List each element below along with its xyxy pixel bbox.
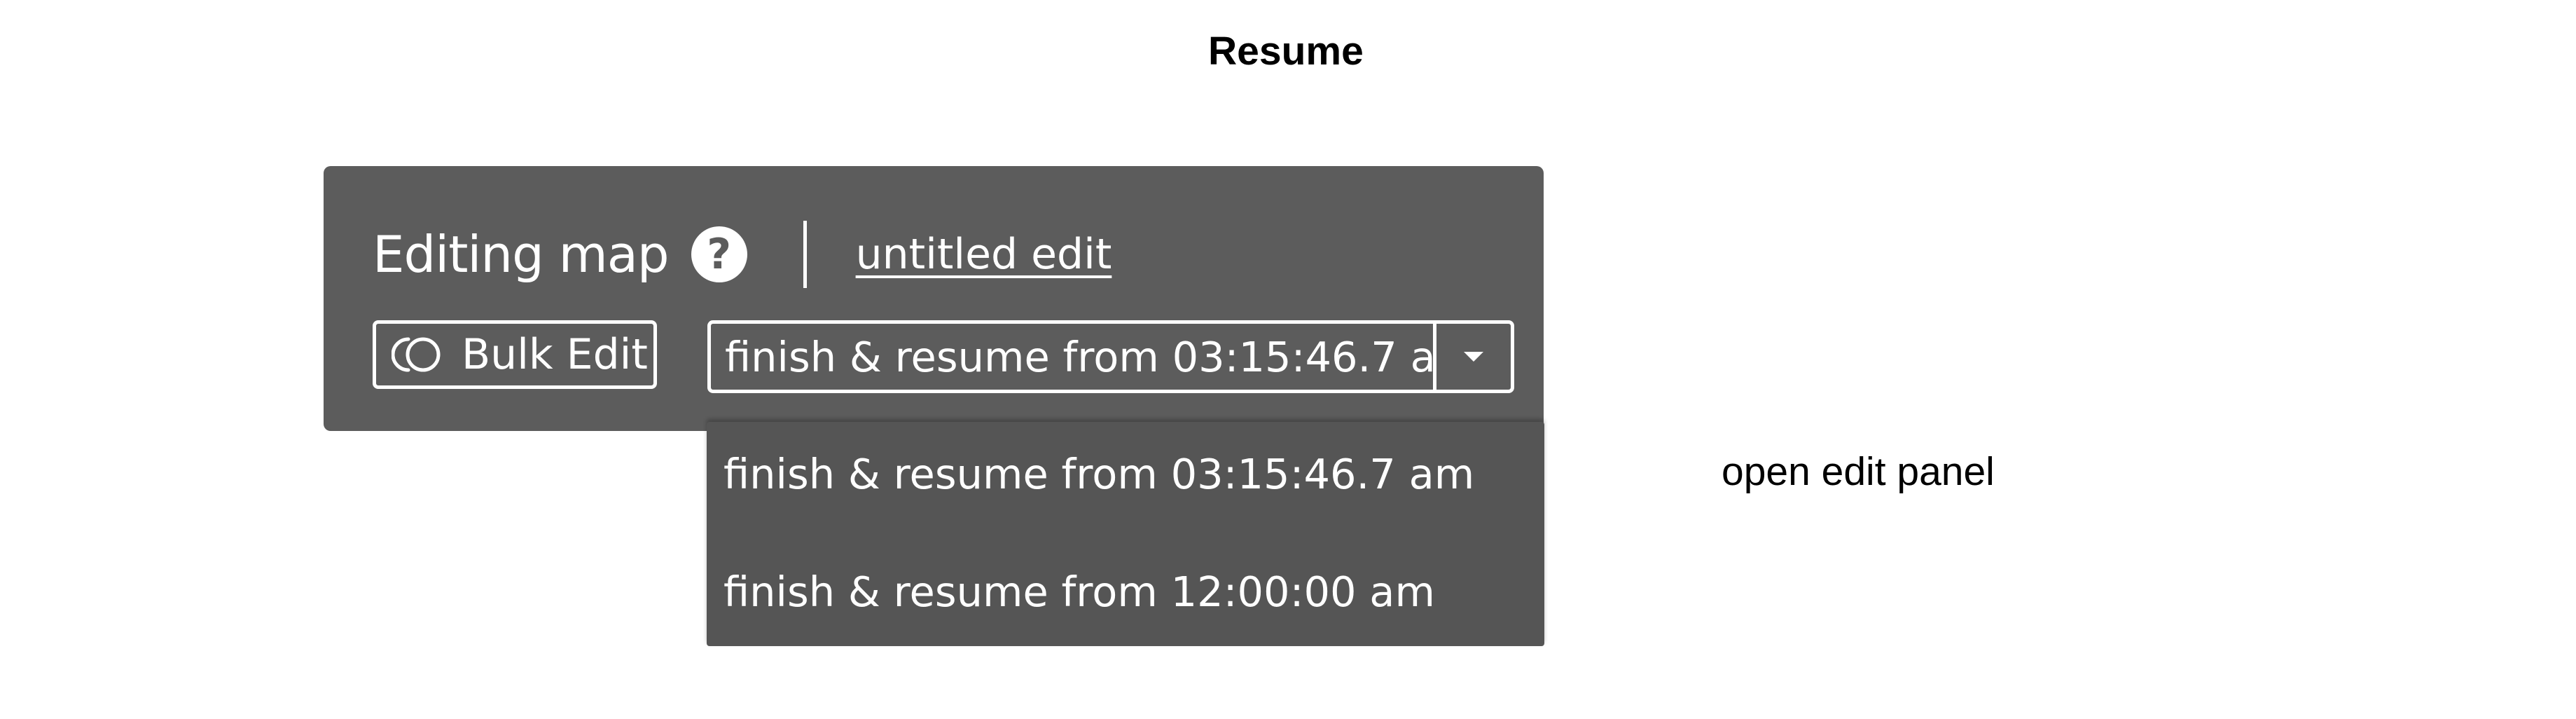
dropdown-toggle-button[interactable] [1436,324,1511,390]
menu-item-resume-current[interactable]: finish & resume from 03:15:46.7 am [723,450,1474,498]
resume-options-menu: finish & resume from 03:15:46.7 am finis… [707,422,1544,646]
question-circle-icon[interactable]: ? [691,226,747,282]
edit-name-link[interactable]: untitled edit [856,230,1112,279]
menu-item-resume-midnight[interactable]: finish & resume from 12:00:00 am [723,568,1435,616]
finish-resume-selected-option[interactable]: finish & resume from 03:15:46.7 am [711,324,1433,390]
caret-down-icon [1464,352,1483,362]
bulk-edit-label: Bulk Edit [462,330,648,379]
finish-resume-split-button: finish & resume from 03:15:46.7 am [707,320,1514,393]
editing-map-panel: Editing map ? untitled edit Bulk Edit fi… [324,166,1544,431]
section-title: Resume [1208,29,1364,74]
heading-divider [803,221,807,288]
panel-heading-text: Editing map [373,225,670,284]
panel-heading: Editing map ? untitled edit [373,221,1112,288]
canvas: Resume Editing map ? untitled edit Bulk … [0,0,2576,719]
bulk-edit-button[interactable]: Bulk Edit [373,320,657,389]
annotation-label: open edit panel [1722,449,1995,494]
overlapping-circles-icon [391,335,445,374]
